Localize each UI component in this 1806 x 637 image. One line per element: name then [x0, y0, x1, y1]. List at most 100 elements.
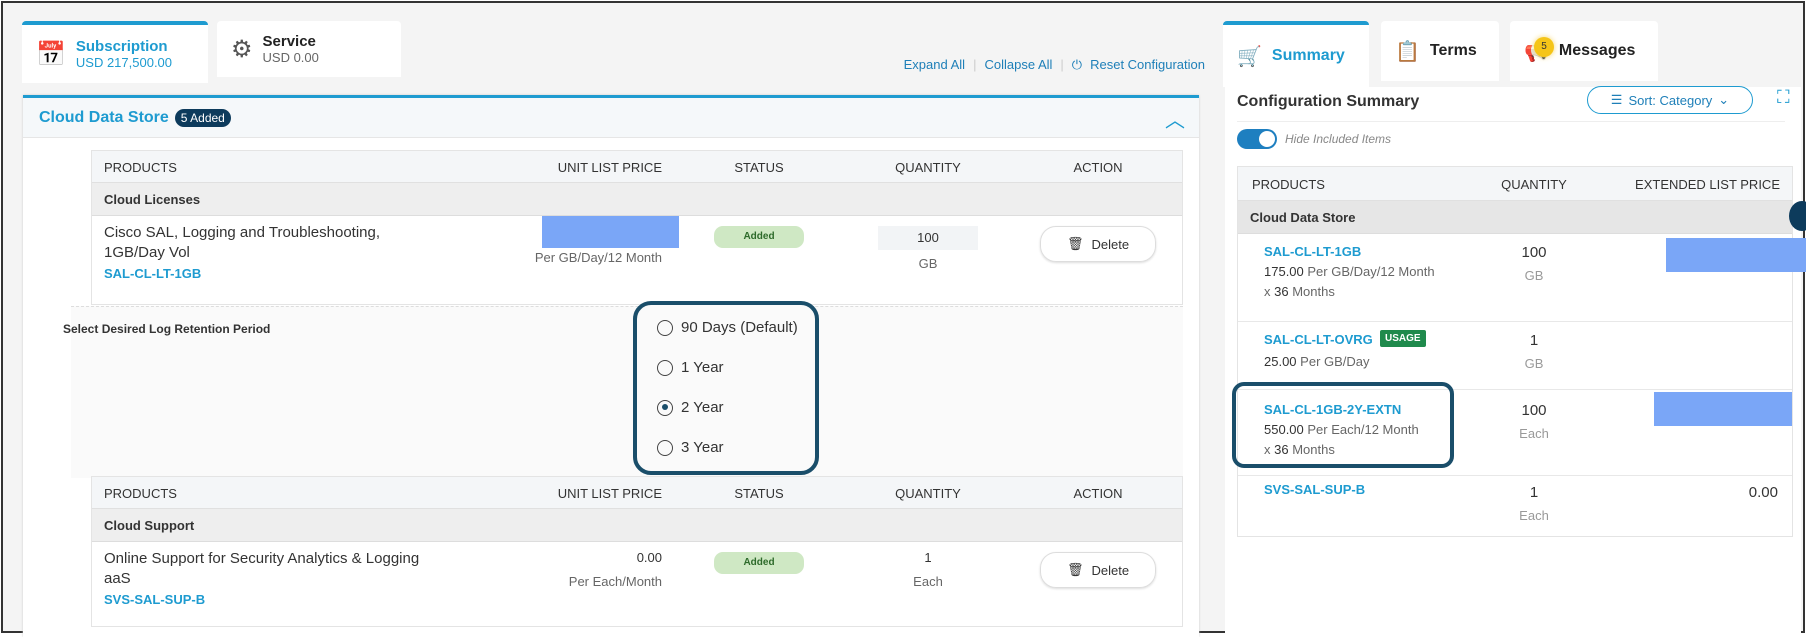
delete-button[interactable]: 🗑 Delete — [1040, 552, 1156, 588]
tab-messages[interactable]: 📢5Messages — [1510, 21, 1658, 81]
collapse-all-link[interactable]: Collapse All — [984, 57, 1052, 73]
tab-subscription[interactable]: 📅 Subscription USD 217,500.00 — [22, 21, 208, 83]
sku-link[interactable]: SAL-CL-LT-OVRG — [1264, 332, 1373, 347]
summary-label: Summary — [1271, 47, 1345, 64]
radio-label: 2 Year — [681, 399, 724, 416]
col-products: PRODUCTS — [104, 486, 177, 501]
radio-circle[interactable] — [657, 359, 673, 376]
price-unit: Per Each/Month — [568, 574, 662, 589]
group-cloud-licenses: Cloud Licenses — [92, 183, 1182, 216]
highlight-box — [1232, 382, 1454, 468]
radio-90-days[interactable]: 90 Days (Default) — [657, 319, 798, 336]
col-products: PRODUCTS — [104, 160, 177, 175]
cloud-data-store-section: Cloud Data Store 5 Added ︿ PRODUCTS UNIT… — [23, 95, 1199, 637]
radio-circle[interactable] — [657, 319, 673, 336]
reset-icon: ⏻ — [1071, 57, 1083, 72]
radio-label: 1 Year — [681, 359, 724, 376]
sort-dropdown[interactable]: ☰ Sort: Category ⌄ — [1587, 86, 1753, 114]
col-ext-price: EXTENDED LIST PRICE — [1635, 177, 1780, 192]
col-products: PRODUCTS — [1252, 177, 1325, 192]
megaphone-icon: 📢5 — [1524, 36, 1554, 64]
col-status: STATUS — [734, 160, 784, 175]
table-row: Cisco SAL, Logging and Troubleshooting, … — [92, 216, 1182, 304]
term-x: x — [1264, 284, 1271, 299]
product-name: Cisco SAL, Logging and Troubleshooting, — [104, 224, 381, 241]
col-unit-price: UNIT LIST PRICE — [557, 486, 662, 501]
tab-service[interactable]: ⚙ Service USD 0.00 — [217, 21, 401, 77]
redacted-ext-price — [1654, 392, 1792, 426]
qty: 100 — [1521, 244, 1547, 261]
status-badge: Added — [714, 226, 804, 248]
terms-document-icon: 📋 — [1395, 40, 1420, 63]
trash-icon: 🗑 — [1066, 562, 1084, 577]
table-header: PRODUCTS UNIT LIST PRICE STATUS QUANTITY… — [92, 151, 1182, 183]
sku-link[interactable]: SVS-SAL-SUP-B — [1264, 482, 1365, 497]
summary-panel: Configuration Summary ☰ Sort: Category ⌄ ⛶… — [1225, 86, 1806, 637]
radio-circle[interactable] — [657, 439, 673, 456]
term: 36 — [1274, 284, 1289, 299]
radio-3-year[interactable]: 3 Year — [657, 439, 724, 456]
product-name-2: 1GB/Day Vol — [104, 244, 190, 261]
sort-label: Sort: Category — [1628, 92, 1713, 108]
col-status: STATUS — [734, 486, 784, 501]
expand-all-link[interactable]: Expand All — [904, 57, 965, 73]
redacted-price — [542, 216, 679, 248]
cloud-licenses-table: PRODUCTS UNIT LIST PRICE STATUS QUANTITY… — [91, 150, 1183, 305]
quantity-unit: GB — [918, 256, 938, 271]
quantity-value[interactable]: 1 — [878, 550, 978, 565]
added-badge: 5 Added — [174, 108, 231, 127]
chevron-up-icon[interactable]: ︿ — [1165, 104, 1185, 133]
trash-icon: 🗑 — [1066, 236, 1084, 251]
product-sku-link[interactable]: SVS-SAL-SUP-B — [104, 592, 205, 607]
col-quantity: QUANTITY — [895, 160, 961, 175]
col-action: ACTION — [1073, 160, 1123, 175]
group-cloud-support: Cloud Support — [92, 509, 1182, 542]
col-quantity: QUANTITY — [895, 486, 961, 501]
radio-circle-selected[interactable] — [657, 399, 673, 416]
term-unit: Months — [1292, 284, 1335, 299]
qty-unit: Each — [1519, 508, 1549, 523]
radio-label: 3 Year — [681, 439, 724, 456]
table-row: Online Support for Security Analytics & … — [92, 542, 1182, 626]
quantity-unit: Each — [913, 574, 943, 589]
tab-summary[interactable]: 🛒 Summary — [1223, 21, 1369, 87]
ext-price: 0.00 — [1748, 484, 1778, 501]
sku-link[interactable]: SAL-CL-LT-1GB — [1264, 244, 1361, 259]
product-sku-link[interactable]: SAL-CL-LT-1GB — [104, 266, 201, 281]
chevron-down-icon: ⌄ — [1718, 92, 1730, 107]
delete-button[interactable]: 🗑 Delete — [1040, 226, 1156, 262]
summary-table: PRODUCTS QUANTITY EXTENDED LIST PRICE Cl… — [1232, 166, 1806, 537]
col-action: ACTION — [1073, 486, 1123, 501]
col-unit-price: UNIT LIST PRICE — [557, 160, 662, 175]
fullscreen-icon[interactable]: ⛶ — [1777, 87, 1790, 108]
qty: 100 — [1521, 402, 1547, 419]
delete-label: Delete — [1091, 562, 1130, 578]
qty-unit: GB — [1524, 268, 1544, 283]
price-unit: Per GB/Day — [1300, 354, 1370, 369]
radio-2-year[interactable]: 2 Year — [657, 399, 724, 416]
price: 25.00 — [1264, 354, 1297, 369]
qty: 1 — [1529, 332, 1539, 349]
section-header[interactable]: Cloud Data Store 5 Added ︿ — [23, 98, 1199, 138]
subscription-calendar-icon: 📅 — [36, 40, 66, 68]
quantity-input[interactable]: 100 — [878, 226, 978, 250]
qty-unit: GB — [1524, 356, 1544, 371]
app-window: 📅 Subscription USD 217,500.00 ⚙ Service US… — [1, 1, 1806, 637]
col-quantity: QUANTITY — [1501, 177, 1567, 192]
usage-badge: USAGE — [1380, 330, 1426, 347]
radio-1-year[interactable]: 1 Year — [657, 359, 724, 376]
tab-terms[interactable]: 📋 Terms — [1381, 21, 1499, 81]
summary-row: SAL-CL-LT-OVRG USAGE 25.00 Per GB/Day 1 … — [1238, 322, 1792, 390]
price: 175.00 — [1264, 264, 1304, 279]
summary-row: SAL-CL-LT-1GB 175.00 Per GB/Day/12 Month… — [1238, 234, 1806, 322]
messages-label: Messages — [1558, 42, 1636, 59]
summary-row: SVS-SAL-SUP-B 1 Each 0.00 — [1238, 476, 1792, 536]
qty-unit: Each — [1519, 426, 1549, 441]
status-badge: Added — [714, 552, 804, 574]
cloud-support-table: PRODUCTS UNIT LIST PRICE STATUS QUANTITY… — [91, 476, 1183, 627]
reset-configuration-link[interactable]: Reset Configuration — [1090, 57, 1205, 73]
unit-price: 0.00 — [636, 550, 662, 565]
hide-included-toggle[interactable] — [1237, 129, 1277, 149]
qty: 1 — [1529, 484, 1539, 501]
price-unit: Per GB/Day/12 Month — [1307, 264, 1435, 279]
